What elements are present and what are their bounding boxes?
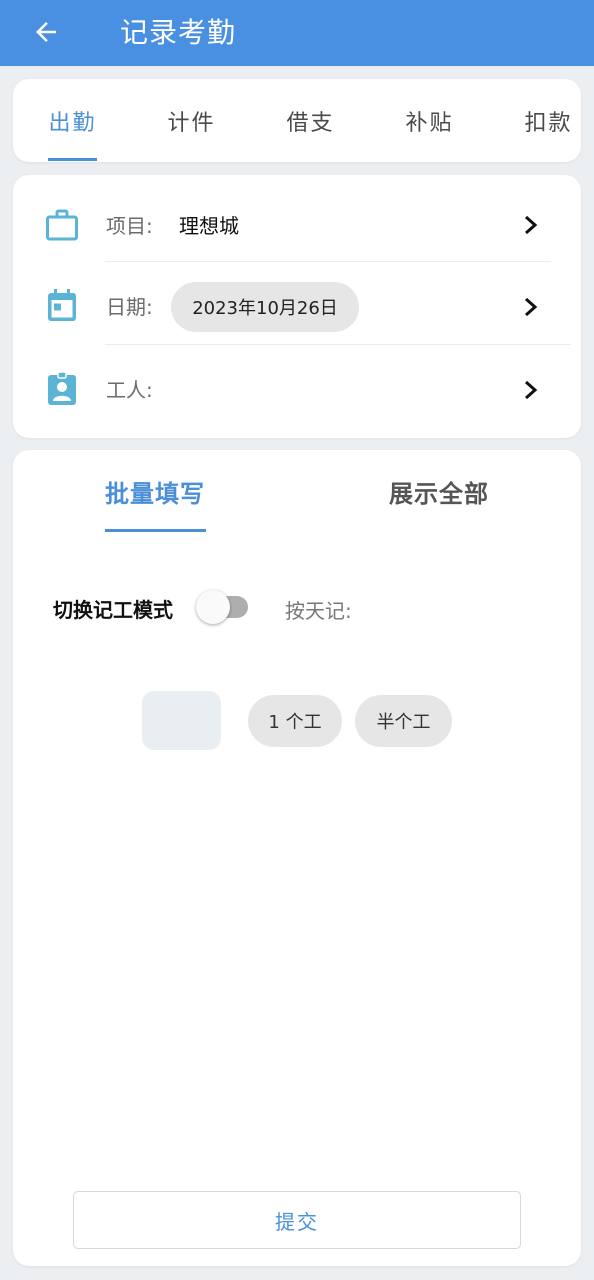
project-row[interactable]: 项目: 理想城 [13,185,581,267]
tab-piecework[interactable]: 计件 [154,79,229,162]
info-card: 项目: 理想城 日期: 2023年10月26日 工人: [13,175,581,438]
main-card: 批量填写 展示全部 切换记工模式 按天记: 1 个工 半个工 提交 [13,450,581,1266]
tab-subsidy[interactable]: 补贴 [392,79,467,162]
badge-person-icon [48,371,76,405]
active-tab-indicator [48,158,97,161]
by-day-label: 按天记: [285,599,352,623]
submit-button[interactable]: 提交 [73,1191,521,1249]
tab-show-all[interactable]: 展示全部 [389,474,489,514]
category-tabs: 出勤 计件 借支 补贴 扣款 [13,79,581,162]
tab-batch-fill[interactable]: 批量填写 [105,474,205,514]
project-label: 项目: [106,214,153,238]
chevron-right-icon [525,380,538,400]
worker-row[interactable]: 工人: [13,349,581,431]
chevron-right-icon [525,215,538,235]
custom-value-box[interactable] [142,691,221,750]
divider [105,261,551,262]
worker-label: 工人: [106,378,153,402]
briefcase-icon [46,209,78,241]
one-day-button[interactable]: 1 个工 [248,695,342,747]
app-bar: 记录考勤 [0,0,594,66]
back-button[interactable] [26,12,66,52]
date-pill[interactable]: 2023年10月26日 [171,282,359,332]
toggle-knob [196,590,230,624]
tab-advance[interactable]: 借支 [273,79,348,162]
half-day-button[interactable]: 半个工 [355,695,452,747]
active-subtab-indicator [105,529,206,532]
page-title: 记录考勤 [120,16,237,49]
chevron-right-icon [525,297,538,317]
date-label: 日期: [106,295,153,319]
mode-toggle[interactable] [196,590,252,624]
tab-deduction[interactable]: 扣款 [511,79,581,162]
date-row[interactable]: 日期: 2023年10月26日 [13,266,581,348]
mode-label: 切换记工模式 [53,598,173,622]
divider [105,344,571,345]
project-value: 理想城 [179,214,239,238]
arrow-left-icon [36,22,56,42]
tab-attendance[interactable]: 出勤 [35,79,110,162]
calendar-icon [48,289,76,321]
